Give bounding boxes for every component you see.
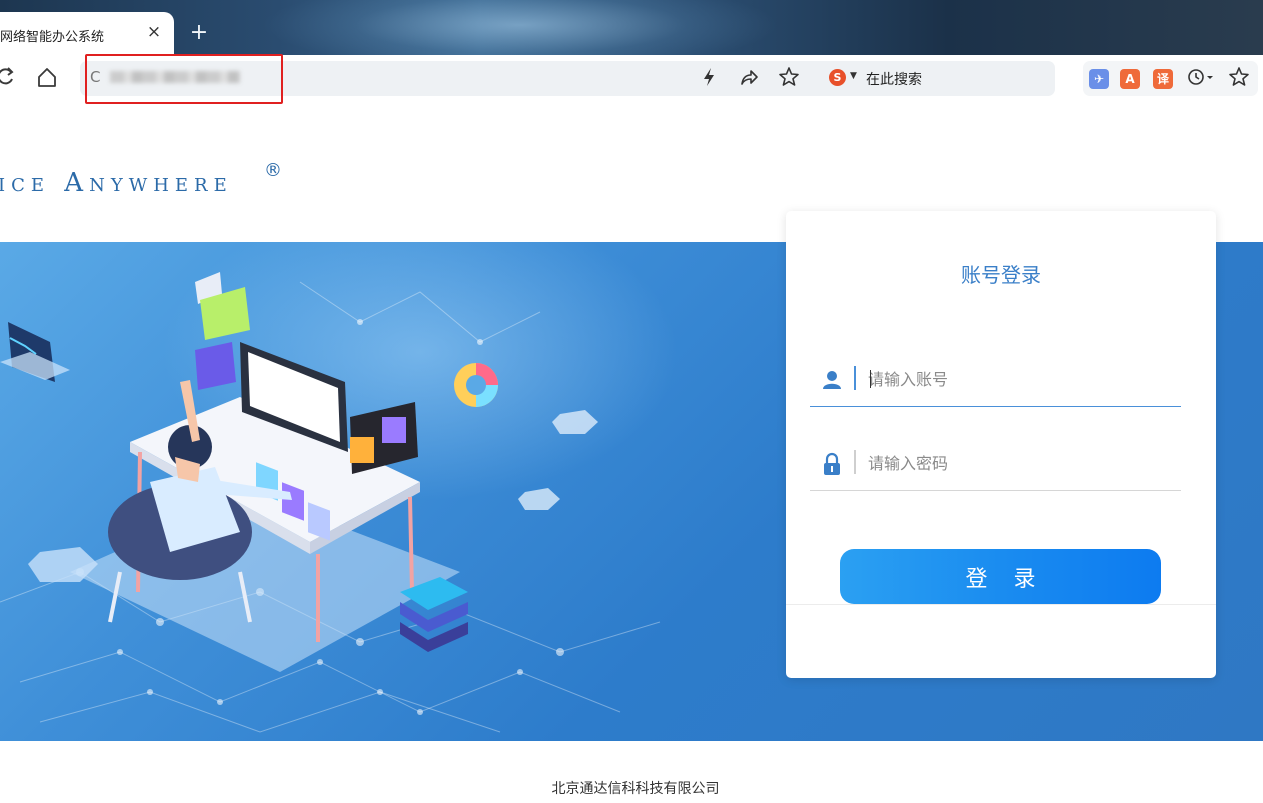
bird-extension-icon[interactable]: ✈ xyxy=(1089,69,1109,89)
bookmark-star-icon[interactable] xyxy=(778,65,800,89)
footer-company: 北京通达信科科技有限公司 xyxy=(0,778,1263,798)
card-divider xyxy=(786,604,1216,605)
registered-mark: ® xyxy=(264,160,282,181)
address-highlight-box xyxy=(85,54,283,104)
brand-logo-text: ice Anywhere xyxy=(0,168,233,198)
home-icon[interactable] xyxy=(36,65,58,89)
search-engine-icon[interactable]: S xyxy=(829,69,846,86)
lock-icon xyxy=(822,452,842,476)
text-caret xyxy=(870,370,871,388)
password-field xyxy=(810,441,1181,491)
field-separator xyxy=(854,366,856,390)
tab-title: 网络智能办公系统 xyxy=(0,30,105,45)
new-tab-button[interactable]: + xyxy=(188,20,210,46)
close-tab-icon[interactable]: × xyxy=(146,22,162,42)
login-title: 账号登录 xyxy=(961,263,1041,287)
login-button[interactable]: 登录 xyxy=(840,549,1161,604)
office-illustration xyxy=(0,272,661,733)
search-box[interactable]: 在此搜索 xyxy=(866,69,922,89)
username-input[interactable] xyxy=(868,365,1168,393)
share-icon[interactable] xyxy=(738,65,760,89)
history-icon[interactable] xyxy=(1185,65,1215,89)
username-field xyxy=(810,357,1181,407)
footer-text: 北京通达信科科技有限公司 xyxy=(551,781,720,797)
tab-bar-background xyxy=(260,0,780,55)
password-input[interactable] xyxy=(868,449,1168,477)
browser-tab-bar: 网络智能办公系统 × + xyxy=(0,0,1263,55)
login-card: 账号登录 登录 xyxy=(786,211,1216,678)
browser-tab-active[interactable]: 网络智能办公系统 × xyxy=(0,12,174,55)
chevron-down-icon[interactable]: ▼ xyxy=(850,71,857,81)
lightning-icon[interactable] xyxy=(698,65,720,89)
pdf-extension-icon[interactable]: A xyxy=(1120,69,1140,89)
favorites-star-icon[interactable] xyxy=(1228,65,1250,89)
reload-icon[interactable] xyxy=(0,65,18,89)
translate-extension-icon[interactable]: 译 xyxy=(1153,69,1173,89)
field-separator xyxy=(854,450,856,474)
user-icon xyxy=(822,368,842,392)
